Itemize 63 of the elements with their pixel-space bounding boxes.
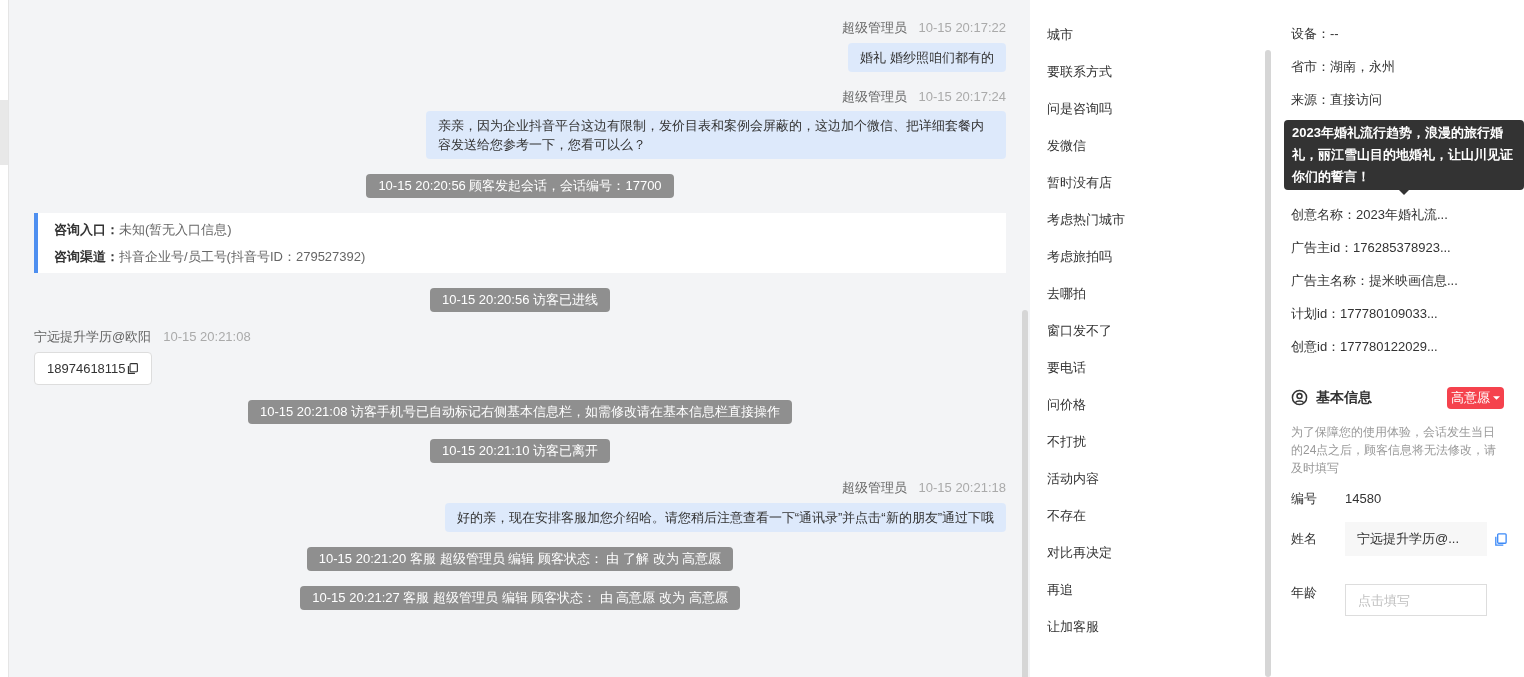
quick-reply-item[interactable]: 要联系方式 [1047,62,1265,82]
visit-field: 来源：直接访问 [1291,90,1524,110]
field-label: 年龄 [1291,584,1318,603]
quick-reply-item[interactable]: 城市 [1047,25,1265,45]
system-notice: 10-15 20:21:08 访客手机号已自动标记右侧基本信息栏，如需修改请在基本信息栏直接操作 [247,400,793,424]
status-dropdown[interactable]: 高意愿 [1447,387,1504,409]
info-value: 未知(暂无入口信息) [119,221,232,239]
info-label: 咨询入口： [54,221,119,239]
quick-reply-item[interactable]: 去哪拍 [1047,284,1265,304]
quick-reply-item[interactable]: 发微信 [1047,136,1265,156]
copy-icon[interactable] [125,361,139,375]
sender-name: 超级管理员 [841,479,907,497]
quick-reply-item[interactable]: 让加客服 [1047,617,1265,637]
scrollbar[interactable] [1265,50,1271,677]
quick-reply-item[interactable]: 再追 [1047,580,1265,600]
message-time: 10-15 20:21:08 [163,328,251,346]
sender-name: 超级管理员 [841,87,907,106]
quick-reply-item[interactable]: 要电话 [1047,358,1265,378]
tooltip: 2023年婚礼流行趋势，浪漫的旅行婚礼，丽江雪山目的地婚礼，让山川见证你们的誓言！ [1284,120,1524,190]
message-bubble: 婚礼 婚纱照咱们都有的 [848,42,1006,72]
visit-field: 广告主id：176285378923... [1291,238,1524,258]
scrollbar[interactable] [1022,310,1028,677]
visit-field: 省市：湖南，永州 [1291,57,1524,77]
system-notice: 10-15 20:20:56 访客已进线 [429,288,611,312]
caret-icon [1493,395,1500,400]
message-bubble: 好的亲，现在安排客服加您介绍哈。请您稍后注意查看一下“通讯录”并点击“新的朋友”通过下哦 [444,502,1006,532]
section-title: 基本信息 [1316,388,1372,408]
system-notice: 10-15 20:21:10 访客已离开 [429,439,611,463]
field-label: 姓名 [1291,530,1318,549]
message-time: 10-15 20:21:18 [918,479,1006,497]
info-label: 咨询渠道： [54,247,119,266]
quick-reply-item[interactable]: 不打扰 [1047,432,1265,452]
hint-text: 为了保障您的使用体验，会话发生当日的24点之后，顾客信息将无法修改，请及时填写 [1291,423,1498,477]
quick-reply-item[interactable]: 问是咨询吗 [1047,99,1265,119]
message-bubble: 亲亲，因为企业抖音平台这边有限制，发价目表和案例会屏蔽的，这边加个微信、把详细套餐内容发送给您参考一下，您看可以么？ [426,111,1006,159]
field-label: 编号 [1291,489,1318,508]
name-field[interactable]: 宁远提升学历@... [1345,522,1487,556]
quick-reply-item[interactable]: 考虑热门城市 [1047,210,1265,230]
tooltip-arrow-icon [1399,190,1409,195]
user-icon [1291,389,1308,407]
quick-reply-item[interactable]: 活动内容 [1047,469,1265,489]
quick-reply-item[interactable]: 考虑旅拍吗 [1047,247,1265,267]
info-value: 抖音企业号/员工号(抖音号ID：279527392) [119,247,366,266]
visit-field: 广告主名称：提米映画信息... [1291,271,1524,291]
sender-name: 宁远提升学历@欧阳 [34,328,152,346]
system-notice: 10-15 20:20:56 顾客发起会话，会话编号：17700 [366,174,674,198]
quick-reply-item[interactable]: 窗口发不了 [1047,321,1265,341]
message-bubble: 18974618115 [34,351,152,385]
quick-reply-item[interactable]: 对比再决定 [1047,543,1265,563]
system-notice: 10-15 20:21:20 客服 超级管理员 编辑 顾客状态： 由 了解 改为 高意愿 [306,546,734,571]
quick-reply-item[interactable]: 问价格 [1047,395,1265,415]
age-input[interactable]: 点击填写 [1345,584,1487,616]
message-time: 10-15 20:17:22 [918,19,1006,37]
quick-reply-item[interactable]: 不存在 [1047,506,1265,526]
visit-field: 创意名称：2023年婚礼流... [1291,205,1524,225]
quick-reply-item[interactable]: 暂时没有店 [1047,173,1265,193]
system-notice: 10-15 20:21:27 客服 超级管理员 编辑 顾客状态： 由 高意愿 改为 高意愿 [300,585,740,610]
visit-field: 创意id：177780122029... [1291,337,1524,357]
visit-field: 计划id：177780109033... [1291,304,1524,324]
sender-name: 超级管理员 [841,19,907,37]
field-value: 14580 [1345,489,1382,508]
message-time: 10-15 20:17:24 [918,87,1006,106]
visit-field: 设备：-- [1291,24,1524,44]
